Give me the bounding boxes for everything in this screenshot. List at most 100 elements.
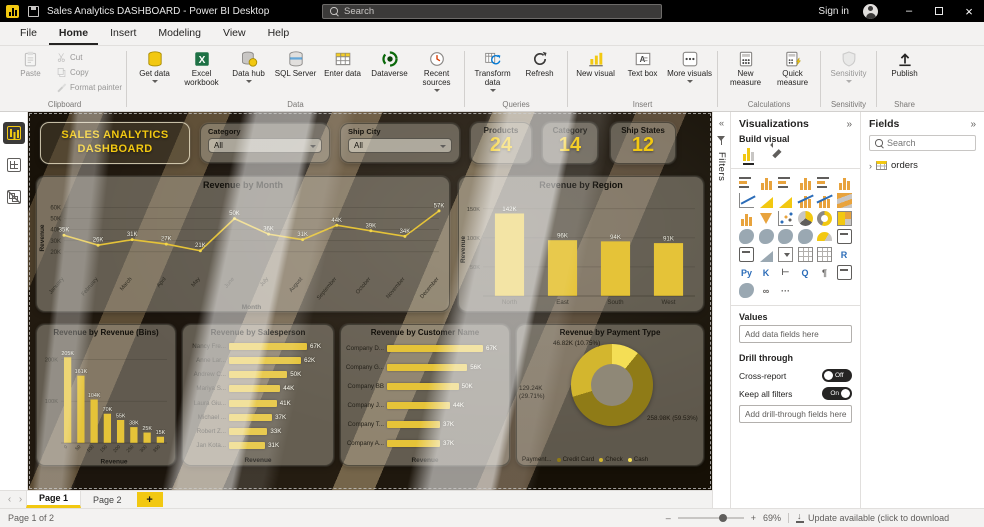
new-measure-button[interactable]: New measure — [722, 48, 769, 87]
text-box-button[interactable]: AText box — [619, 48, 666, 78]
field-table-orders[interactable]: › orders — [861, 158, 984, 173]
chart-revenue-by-customer-name[interactable]: Revenue by Customer Name Company D...67K… — [340, 324, 510, 466]
visual-icon-paginated-report[interactable] — [837, 265, 852, 280]
slicer-category-dropdown[interactable]: All — [208, 138, 322, 153]
excel-workbook-button[interactable]: XExcel workbook — [178, 48, 225, 87]
menu-insert[interactable]: Insert — [100, 23, 146, 45]
bar-row[interactable]: Jan Kota...31K — [183, 439, 333, 453]
visual-icon-arcgis-map[interactable] — [739, 283, 754, 298]
visual-icon-stacked-column-chart[interactable] — [759, 175, 774, 190]
menu-file[interactable]: File — [10, 23, 47, 45]
kpi-ship-states-card[interactable]: Ship States 12 — [610, 122, 676, 164]
visual-icon-azure-map[interactable] — [798, 229, 813, 244]
zoom-in-button[interactable]: + — [751, 513, 756, 523]
sensitivity-button[interactable]: Sensitivity — [825, 48, 872, 83]
data-hub-button[interactable]: Data hub — [225, 48, 272, 83]
global-search-box[interactable]: Search — [322, 4, 662, 19]
menu-modeling[interactable]: Modeling — [148, 23, 211, 45]
page-tab-page-2[interactable]: Page 2 — [81, 491, 134, 508]
visual-icon-python-visual[interactable]: Py — [739, 265, 754, 280]
chart-revenue-by-payment-type[interactable]: Revenue by Payment Type 258.98K (59.53%)… — [516, 324, 704, 466]
visual-icon-decomposition-tree[interactable]: ⊢ — [778, 265, 793, 280]
visual-icon-shape-map[interactable] — [778, 229, 793, 244]
dataverse-button[interactable]: Dataverse — [366, 48, 413, 78]
publish-button[interactable]: Publish — [881, 48, 928, 78]
keep-all-filters-toggle[interactable]: On — [822, 387, 852, 400]
visual-icon-stacked-area-chart[interactable] — [778, 193, 793, 208]
bar-row[interactable]: Company G...56K — [341, 358, 509, 377]
visual-icon-stacked-bar-chart[interactable] — [739, 175, 754, 190]
visual-icon-line-and-clustered-column-chart[interactable] — [817, 193, 832, 208]
chart-revenue-by-revenue-bins[interactable]: Revenue by Revenue (Bins) 100K200K205K01… — [36, 324, 176, 466]
bar-row[interactable]: Company D...67K — [341, 339, 509, 358]
menu-home[interactable]: Home — [49, 23, 98, 45]
more-visuals-button[interactable]: More visuals — [666, 48, 713, 83]
visual-icon-scatter-chart[interactable] — [778, 211, 793, 226]
visual-icon-area-chart[interactable] — [759, 193, 774, 208]
quick-measure-button[interactable]: Quick measure — [769, 48, 816, 87]
maximize-button[interactable] — [924, 0, 954, 22]
report-canvas[interactable]: SALES ANALYTICS DASHBOARD Category All S… — [28, 112, 712, 490]
transform-data-button[interactable]: Transform data — [469, 48, 516, 92]
close-button[interactable]: × — [954, 0, 984, 22]
chevron-right-icon[interactable]: › — [869, 161, 872, 171]
visual-icon-pie-chart[interactable] — [798, 211, 813, 226]
slicer-ship-city-dropdown[interactable]: All — [348, 138, 452, 153]
visual-icon-waterfall-chart[interactable] — [739, 211, 754, 226]
menu-view[interactable]: View — [213, 23, 256, 45]
zoom-level[interactable]: 69% — [763, 513, 781, 523]
visual-icon-100-stacked-bar-chart[interactable] — [817, 175, 832, 190]
sql-server-button[interactable]: SQL Server — [272, 48, 319, 78]
visual-icon-ribbon-chart[interactable] — [837, 193, 852, 208]
visual-icon-100-stacked-column-chart[interactable] — [837, 175, 852, 190]
visual-icon-power-automate[interactable]: ∞ — [759, 283, 774, 298]
bar-row[interactable]: Nancy Fre...67K — [183, 339, 333, 353]
bar-row[interactable]: Mariya S...44K — [183, 382, 333, 396]
legend-item[interactable]: Credit Card — [557, 456, 595, 463]
visual-icon-table[interactable] — [798, 247, 813, 262]
bar-row[interactable]: Laura Giu...41K — [183, 396, 333, 410]
donut-chart[interactable] — [571, 344, 653, 426]
visual-icon-matrix[interactable] — [817, 247, 832, 262]
bar-row[interactable]: Company A...37K — [341, 434, 509, 453]
visual-icon-card[interactable] — [837, 229, 852, 244]
visual-icon-line-chart[interactable] — [739, 193, 754, 208]
bar-row[interactable]: Anne Lar...62K — [183, 353, 333, 367]
model-view-button[interactable] — [3, 186, 25, 208]
data-view-button[interactable] — [3, 154, 25, 176]
visual-icon-key-influencers[interactable]: K — [759, 265, 774, 280]
update-notification[interactable]: Update available (click to download — [796, 513, 984, 523]
legend-item[interactable]: Check — [599, 456, 623, 463]
zoom-out-button[interactable]: – — [666, 513, 671, 523]
kpi-category-card[interactable]: Category 14 — [542, 122, 598, 164]
visual-icon-clustered-column-chart[interactable] — [798, 175, 813, 190]
slicer-category[interactable]: Category All — [200, 123, 330, 163]
cross-report-toggle[interactable]: Off — [822, 369, 852, 382]
bar-row[interactable]: Andrew C...50K — [183, 368, 333, 382]
bar-row[interactable]: Company J...44K — [341, 396, 509, 415]
visual-icon-kpi[interactable] — [759, 247, 774, 262]
visual-icon-multi-row-card[interactable] — [739, 247, 754, 262]
collapse-pane-icon[interactable]: » — [846, 119, 852, 130]
visual-icon-gauge[interactable] — [817, 232, 832, 241]
chart-revenue-by-region[interactable]: Revenue by Region 50K100K150K142KNorth96… — [458, 176, 704, 312]
minimize-button[interactable]: – — [894, 0, 924, 22]
visual-icon-r-script-visual[interactable]: R — [837, 247, 852, 262]
visual-icon-slicer[interactable] — [778, 247, 793, 262]
chart-revenue-by-salesperson[interactable]: Revenue by Salesperson Nancy Fre...67KAn… — [182, 324, 334, 466]
tab-build-visual[interactable] — [743, 148, 754, 165]
menu-help[interactable]: Help — [258, 23, 300, 45]
bar-row[interactable]: Robert Z...33K — [183, 425, 333, 439]
visual-icon-filled-map[interactable] — [759, 229, 774, 244]
add-drill-through-fields-well[interactable]: Add drill-through fields here — [739, 405, 852, 423]
sign-in-button[interactable]: Sign in — [808, 6, 859, 17]
visual-icon-donut-chart[interactable] — [817, 211, 832, 226]
fields-search-input[interactable] — [887, 138, 970, 148]
pages-scroll-left-icon[interactable]: ‹ — [4, 491, 15, 508]
bar-row[interactable]: Company T...37K — [341, 415, 509, 434]
visual-icon-line-and-stacked-column-chart[interactable] — [798, 193, 813, 208]
visual-icon-q-and-a[interactable]: Q — [798, 265, 813, 280]
kpi-products-card[interactable]: Products 24 — [470, 122, 532, 164]
page-tab-page-1[interactable]: Page 1 — [26, 491, 81, 508]
new-visual-button[interactable]: New visual — [572, 48, 619, 78]
